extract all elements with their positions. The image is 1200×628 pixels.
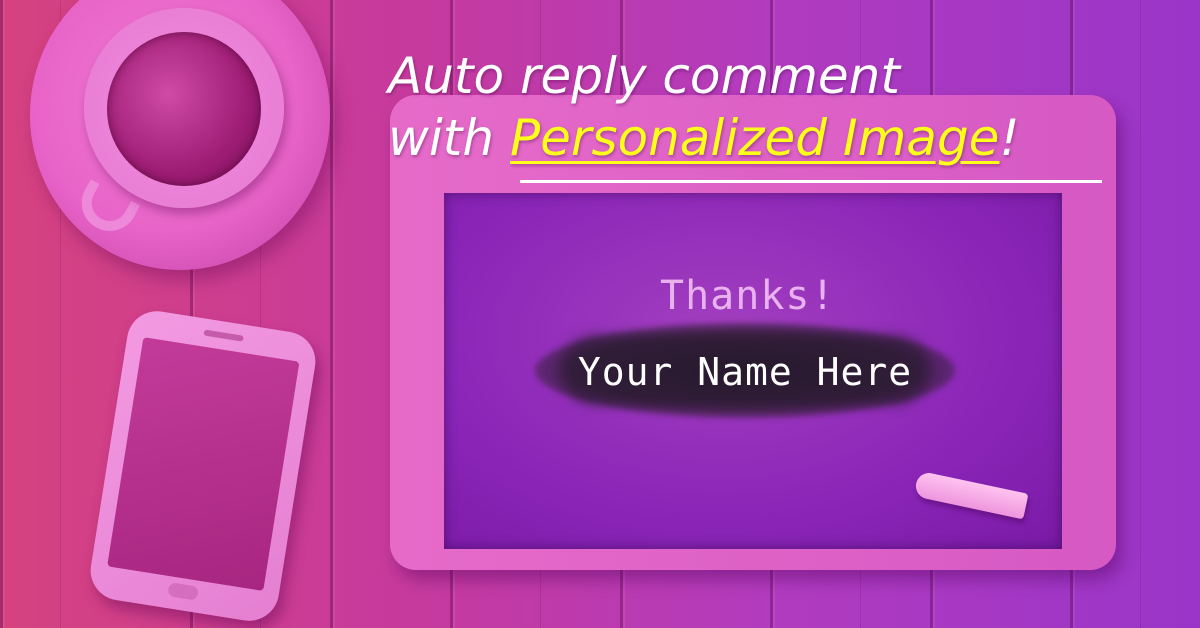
headline-prefix: with <box>388 109 510 167</box>
promo-banner: Thanks! Your Name Here Auto reply commen… <box>0 0 1200 628</box>
headline-underline <box>520 180 1102 183</box>
phone-speaker <box>203 329 244 342</box>
phone-screen <box>107 337 300 591</box>
headline-line-2: with Personalized Image! <box>388 107 1148 169</box>
greeting-text: Thanks! <box>660 273 836 319</box>
headline: Auto reply comment with Personalized Ima… <box>388 45 1148 169</box>
headline-highlight: Personalized Image <box>509 109 1000 167</box>
headline-line-1: Auto reply comment <box>388 47 900 105</box>
coffee-surface <box>107 32 261 186</box>
phone-home-button <box>167 582 200 601</box>
headline-suffix: ! <box>999 109 1020 167</box>
name-placeholder: Your Name Here <box>577 350 913 394</box>
